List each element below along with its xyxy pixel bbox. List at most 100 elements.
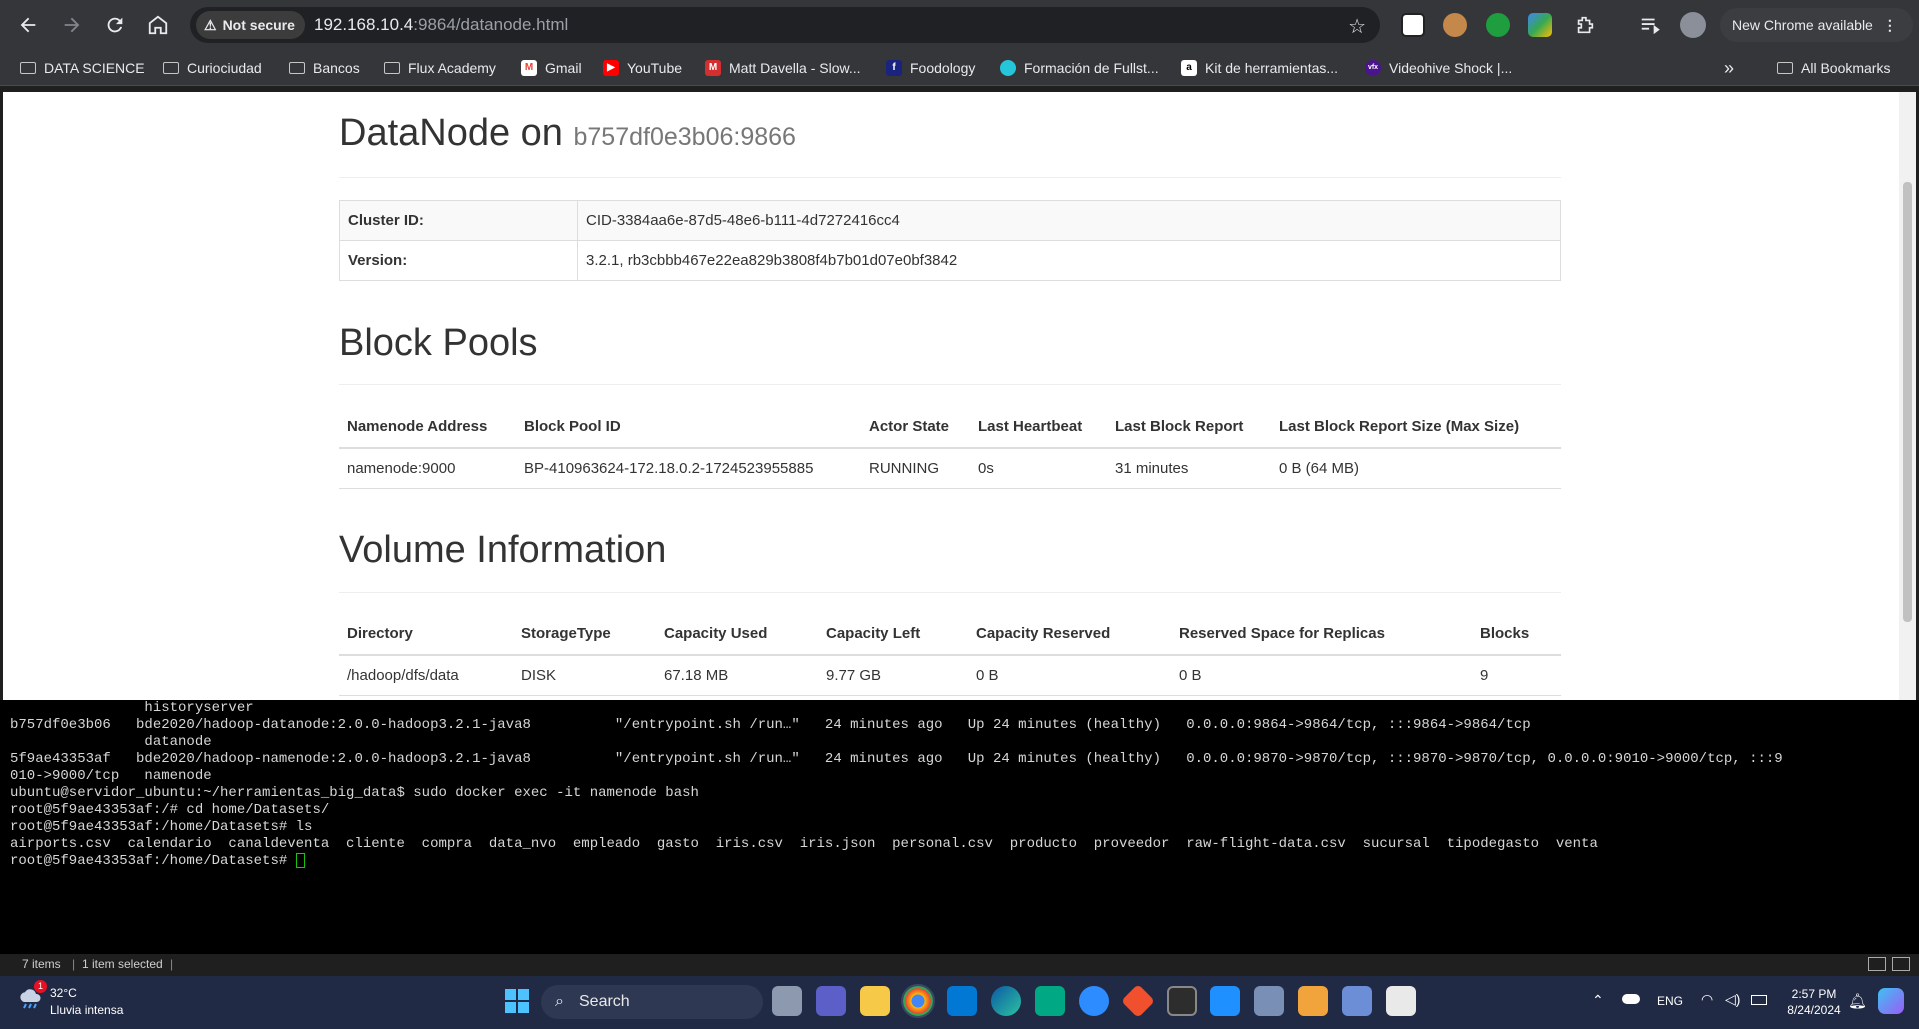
table-cell: 0s bbox=[970, 448, 1107, 489]
version-value: 3.2.1, rb3cbbb467e22ea829b3808f4b7b01d07… bbox=[577, 240, 1561, 281]
terminal-prompt-line[interactable]: root@5f9ae43353af:/home/Datasets# bbox=[10, 853, 305, 870]
bookmarks-bar: DATA SCIENCE Curiociudad Bancos Flux Aca… bbox=[0, 50, 1919, 86]
terminal-window[interactable]: historyserver b757df0e3b06 bde2020/hadoo… bbox=[0, 700, 1919, 954]
column-header: Actor State bbox=[861, 406, 970, 449]
taskbar-clock[interactable]: 2:57 PM 8/24/2024 bbox=[1779, 986, 1849, 1018]
security-indicator[interactable]: ⚠ Not secure bbox=[196, 11, 305, 39]
wifi-icon[interactable]: ◠ bbox=[1701, 991, 1713, 1008]
windows-taskbar: 1 32°C Lluvia intensa ⌕ Search ⌃ ENG ◠ ◁… bbox=[0, 976, 1919, 1029]
all-bookmarks-button[interactable]: All Bookmarks bbox=[1777, 50, 1890, 86]
terminal-line: root@5f9ae43353af:/# cd home/Datasets/ bbox=[10, 802, 330, 818]
forward-button[interactable] bbox=[58, 11, 86, 39]
terminal-line: b757df0e3b06 bde2020/hadoop-datanode:2.0… bbox=[10, 717, 1531, 733]
scroll-thumb[interactable] bbox=[1903, 182, 1912, 622]
drive-extension-icon[interactable] bbox=[1528, 13, 1552, 37]
table-cell: 0 B bbox=[968, 655, 1171, 696]
bookmark-bancos[interactable]: Bancos bbox=[289, 50, 360, 86]
bookmark-youtube[interactable]: ▶ YouTube bbox=[603, 50, 682, 86]
chrome-icon[interactable] bbox=[901, 984, 935, 1018]
tiles-view-icon[interactable] bbox=[1892, 957, 1910, 971]
column-header: Last Block Report bbox=[1107, 406, 1271, 449]
reading-list-icon[interactable] bbox=[1636, 11, 1664, 39]
address-bar[interactable]: ⚠ Not secure 192.168.10.4:9864/datanode.… bbox=[190, 7, 1380, 43]
zoom-icon[interactable] bbox=[1079, 986, 1109, 1016]
meet-icon[interactable] bbox=[1035, 986, 1065, 1016]
table-cell: RUNNING bbox=[861, 448, 970, 489]
bookmark-flux-academy[interactable]: Flux Academy bbox=[384, 50, 496, 86]
copilot-icon[interactable] bbox=[1878, 988, 1904, 1014]
bookmark-curiociudad[interactable]: Curiociudad bbox=[163, 50, 262, 86]
notion-extension-icon[interactable] bbox=[1401, 13, 1425, 37]
overview-table: Cluster ID: CID-3384aa6e-87d5-48e6-b111-… bbox=[339, 200, 1561, 281]
teams-icon[interactable] bbox=[816, 986, 846, 1016]
page-content: DataNode on b757df0e3b06:9866 Cluster ID… bbox=[3, 92, 1899, 700]
divider bbox=[339, 592, 1561, 593]
vscode-icon[interactable] bbox=[947, 986, 977, 1016]
folder-icon bbox=[1777, 62, 1793, 74]
table-header-row: Namenode Address Block Pool ID Actor Sta… bbox=[339, 406, 1561, 449]
virtualbox-icon[interactable] bbox=[1254, 986, 1284, 1016]
bookmark-star-icon[interactable]: ☆ bbox=[1348, 14, 1366, 39]
bookmark-data-science[interactable]: DATA SCIENCE bbox=[20, 50, 145, 86]
column-header: Last Block Report Size (Max Size) bbox=[1271, 406, 1561, 449]
bookmark-videohive[interactable]: vfx Videohive Shock |... bbox=[1365, 50, 1512, 86]
bookmarks-overflow-button[interactable]: » bbox=[1724, 50, 1734, 86]
language-indicator[interactable]: ENG bbox=[1657, 994, 1683, 1008]
bookmark-foodology[interactable]: f Foodology bbox=[886, 50, 975, 86]
reload-button[interactable] bbox=[101, 11, 129, 39]
page-scrollbar[interactable] bbox=[1899, 92, 1916, 700]
table-cell: 31 minutes bbox=[1107, 448, 1271, 489]
snipping-tool-icon[interactable] bbox=[1386, 986, 1416, 1016]
chevron-up-icon[interactable]: ⌃ bbox=[1592, 992, 1604, 1009]
globe-icon bbox=[1000, 60, 1016, 76]
cluster-id-value: CID-3384aa6e-87d5-48e6-b111-4d7272416cc4 bbox=[577, 200, 1561, 241]
home-button[interactable] bbox=[144, 11, 172, 39]
terminal-icon[interactable] bbox=[1167, 986, 1197, 1016]
table-cell: /hadoop/dfs/data bbox=[339, 655, 513, 696]
details-view-icon[interactable] bbox=[1868, 957, 1886, 971]
terminal-prompt: root@5f9ae43353af:/home/Datasets# bbox=[10, 853, 296, 870]
bookmark-kit-herramientas[interactable]: a Kit de herramientas... bbox=[1181, 50, 1338, 86]
search-icon: ⌕ bbox=[555, 993, 564, 1010]
taskbar-search[interactable]: ⌕ Search bbox=[541, 985, 763, 1019]
security-label: Not secure bbox=[222, 17, 295, 33]
notepad-icon[interactable] bbox=[1210, 986, 1240, 1016]
m-icon: M bbox=[705, 60, 721, 76]
folder-icon bbox=[163, 62, 179, 74]
terminal-line: ubuntu@servidor_ubuntu:~/herramientas_bi… bbox=[10, 785, 699, 801]
bookmark-matt-davella[interactable]: M Matt Davella - Slow... bbox=[705, 50, 861, 86]
back-button[interactable] bbox=[14, 11, 42, 39]
edge-icon[interactable] bbox=[991, 986, 1021, 1016]
table-cell: 0 B bbox=[1171, 655, 1472, 696]
weather-badge: 1 bbox=[34, 980, 47, 993]
battery-icon[interactable] bbox=[1751, 995, 1767, 1005]
sublime-icon[interactable] bbox=[1298, 986, 1328, 1016]
volume-icon[interactable]: ◁) bbox=[1725, 991, 1740, 1008]
separator: | bbox=[170, 957, 174, 971]
bookmark-gmail[interactable]: M Gmail bbox=[521, 50, 582, 86]
weather-temperature: 32°C bbox=[50, 986, 77, 1000]
more-vert-icon: ⋮ bbox=[1882, 17, 1897, 33]
file-explorer-icon[interactable] bbox=[860, 986, 890, 1016]
windows-start-icon[interactable] bbox=[504, 988, 530, 1014]
arrow-right-icon bbox=[64, 17, 80, 33]
new-chrome-available-button[interactable]: New Chrome available ⋮ bbox=[1720, 8, 1913, 42]
weather-description: Lluvia intensa bbox=[50, 1003, 124, 1017]
task-view-icon[interactable] bbox=[772, 986, 802, 1016]
onedrive-icon[interactable] bbox=[1622, 994, 1640, 1004]
url-text[interactable]: 192.168.10.4:9864/datanode.html bbox=[314, 7, 568, 43]
git-icon[interactable] bbox=[1121, 984, 1155, 1018]
terminal-line: 010->9000/tcp namenode bbox=[10, 768, 212, 784]
column-header: Reserved Space for Replicas bbox=[1171, 613, 1472, 656]
profile-avatar[interactable] bbox=[1680, 12, 1706, 38]
shield-extension-icon[interactable] bbox=[1486, 13, 1510, 37]
extensions-puzzle-icon[interactable] bbox=[1571, 11, 1599, 39]
extension-icon[interactable] bbox=[1443, 13, 1467, 37]
terminal-line: airports.csv calendario canaldeventa cli… bbox=[10, 836, 1598, 852]
bookmark-formacion[interactable]: Formación de Fullst... bbox=[1000, 50, 1159, 86]
table-cell: namenode:9000 bbox=[339, 448, 516, 489]
datanode-host: b757df0e3b06:9866 bbox=[573, 123, 796, 151]
volume-information-table: Directory StorageType Capacity Used Capa… bbox=[339, 613, 1561, 696]
notification-bell-icon[interactable]: 🔔︎ bbox=[1848, 992, 1867, 1010]
remote-desktop-icon[interactable] bbox=[1342, 986, 1372, 1016]
